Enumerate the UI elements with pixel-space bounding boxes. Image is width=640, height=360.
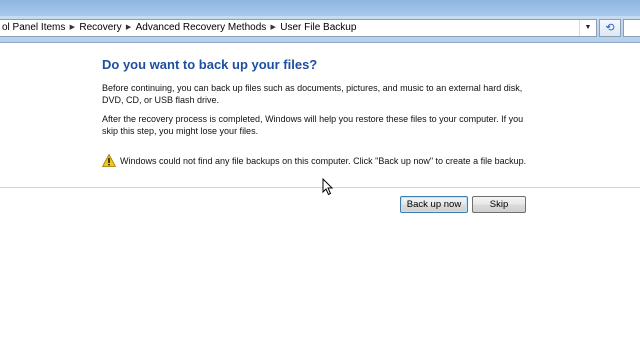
mouse-cursor-icon xyxy=(322,178,334,196)
divider xyxy=(0,187,640,188)
warning-text: Windows could not find any file backups … xyxy=(120,156,527,166)
page-title: Do you want to back up your files? xyxy=(102,57,318,72)
title-bar xyxy=(0,0,640,16)
breadcrumb-user-file-backup[interactable]: User File Backup xyxy=(278,20,358,36)
address-bar-area: ol Panel Items ▶ Recovery ▶ Advanced Recover… xyxy=(0,16,640,43)
user-file-backup-window: ol Panel Items ▶ Recovery ▶ Advanced Recover… xyxy=(0,0,640,360)
address-bar[interactable]: ol Panel Items ▶ Recovery ▶ Advanced Recover… xyxy=(0,19,597,37)
refresh-button[interactable]: ⟲ xyxy=(599,19,621,37)
back-up-now-button[interactable]: Back up now xyxy=(400,196,468,213)
refresh-icon: ⟲ xyxy=(605,22,615,34)
chevron-right-icon[interactable]: ▶ xyxy=(67,20,77,36)
warning-icon xyxy=(102,154,116,167)
chevron-down-icon[interactable]: ▼ xyxy=(579,20,596,36)
restore-description: After the recovery process is completed,… xyxy=(102,114,524,136)
backup-description: Before continuing, you can back up files… xyxy=(102,83,523,105)
breadcrumb-advanced-recovery-methods[interactable]: Advanced Recovery Methods xyxy=(134,20,269,36)
breadcrumb-recovery[interactable]: Recovery xyxy=(77,20,123,36)
chevron-right-icon[interactable]: ▶ xyxy=(268,20,278,36)
breadcrumb-control-panel-items[interactable]: ol Panel Items xyxy=(0,20,67,36)
chevron-right-icon[interactable]: ▶ xyxy=(124,20,134,36)
search-input[interactable] xyxy=(623,19,640,37)
skip-button[interactable]: Skip xyxy=(472,196,526,213)
